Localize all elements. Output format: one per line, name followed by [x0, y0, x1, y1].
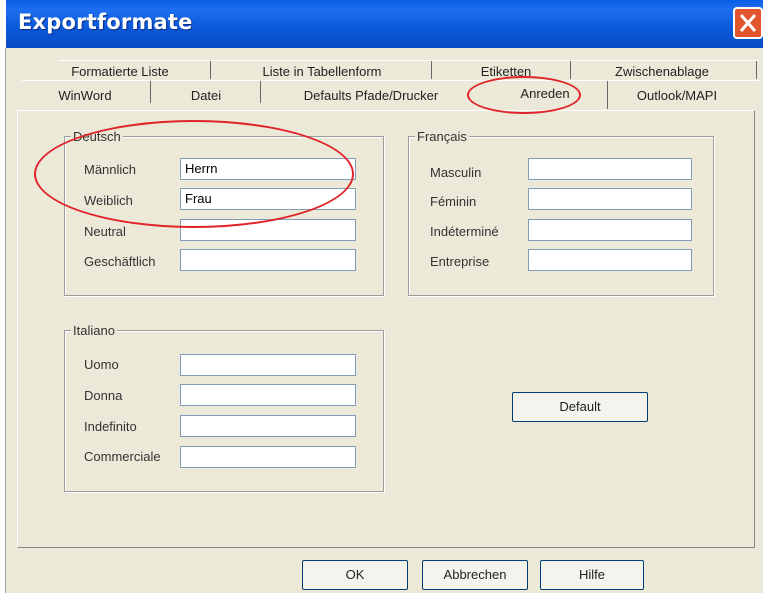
tab-row2-edge: [22, 80, 759, 81]
ok-button[interactable]: OK: [302, 560, 408, 590]
input-entreprise[interactable]: [528, 249, 692, 271]
tab-separator: [570, 61, 571, 79]
input-masculin[interactable]: [528, 158, 692, 180]
tab-separator: [431, 61, 432, 79]
label-commerciale: Commerciale: [84, 449, 161, 464]
tab-defaults-pfade-drucker[interactable]: Defaults Pfade/Drucker: [286, 88, 456, 103]
default-button[interactable]: Default: [512, 392, 648, 422]
label-uomo: Uomo: [84, 357, 119, 372]
annotation-ellipse-fields: [34, 120, 354, 228]
tab-row1-edge: [59, 60, 759, 61]
group-francais-legend: Français: [415, 129, 469, 144]
label-donna: Donna: [84, 388, 123, 403]
input-donna[interactable]: [180, 384, 356, 406]
tab-formatierte-liste[interactable]: Formatierte Liste: [60, 64, 180, 79]
close-icon: [739, 14, 757, 32]
input-uomo[interactable]: [180, 354, 356, 376]
tab-separator: [210, 61, 211, 79]
input-feminin[interactable]: [528, 188, 692, 210]
input-indefinito[interactable]: [180, 415, 356, 437]
tab-separator: [150, 81, 151, 103]
input-indetermine[interactable]: [528, 219, 692, 241]
label-neutral: Neutral: [84, 224, 126, 239]
label-masculin: Masculin: [430, 165, 482, 180]
tab-datei[interactable]: Datei: [176, 88, 236, 103]
label-geschaeftlich: Geschäftlich: [84, 254, 156, 269]
label-entreprise: Entreprise: [430, 254, 490, 269]
tab-separator: [756, 61, 757, 79]
label-feminin: Féminin: [430, 194, 477, 209]
tab-winword[interactable]: WinWord: [40, 88, 130, 103]
group-italiano-legend: Italiano: [71, 323, 117, 338]
input-geschaeftlich[interactable]: [180, 249, 356, 271]
label-indefinito: Indefinito: [84, 419, 137, 434]
input-commerciale[interactable]: [180, 446, 356, 468]
tab-separator: [607, 81, 608, 109]
close-button[interactable]: [733, 7, 763, 39]
window-title: Exportformate: [18, 10, 193, 34]
title-bar[interactable]: Exportformate: [6, 0, 763, 48]
tab-liste-tabellenform[interactable]: Liste in Tabellenform: [242, 64, 402, 79]
tab-outlook-mapi[interactable]: Outlook/MAPI: [612, 88, 742, 103]
tab-separator: [260, 81, 261, 103]
dialog-window: Exportformate Formatierte Liste Liste in…: [6, 0, 763, 593]
cancel-button[interactable]: Abbrechen: [422, 560, 528, 590]
help-button[interactable]: Hilfe: [540, 560, 644, 590]
annotation-ellipse-tab: [467, 76, 581, 114]
label-indetermine: Indéterminé: [430, 224, 499, 239]
tab-zwischenablage[interactable]: Zwischenablage: [602, 64, 722, 79]
